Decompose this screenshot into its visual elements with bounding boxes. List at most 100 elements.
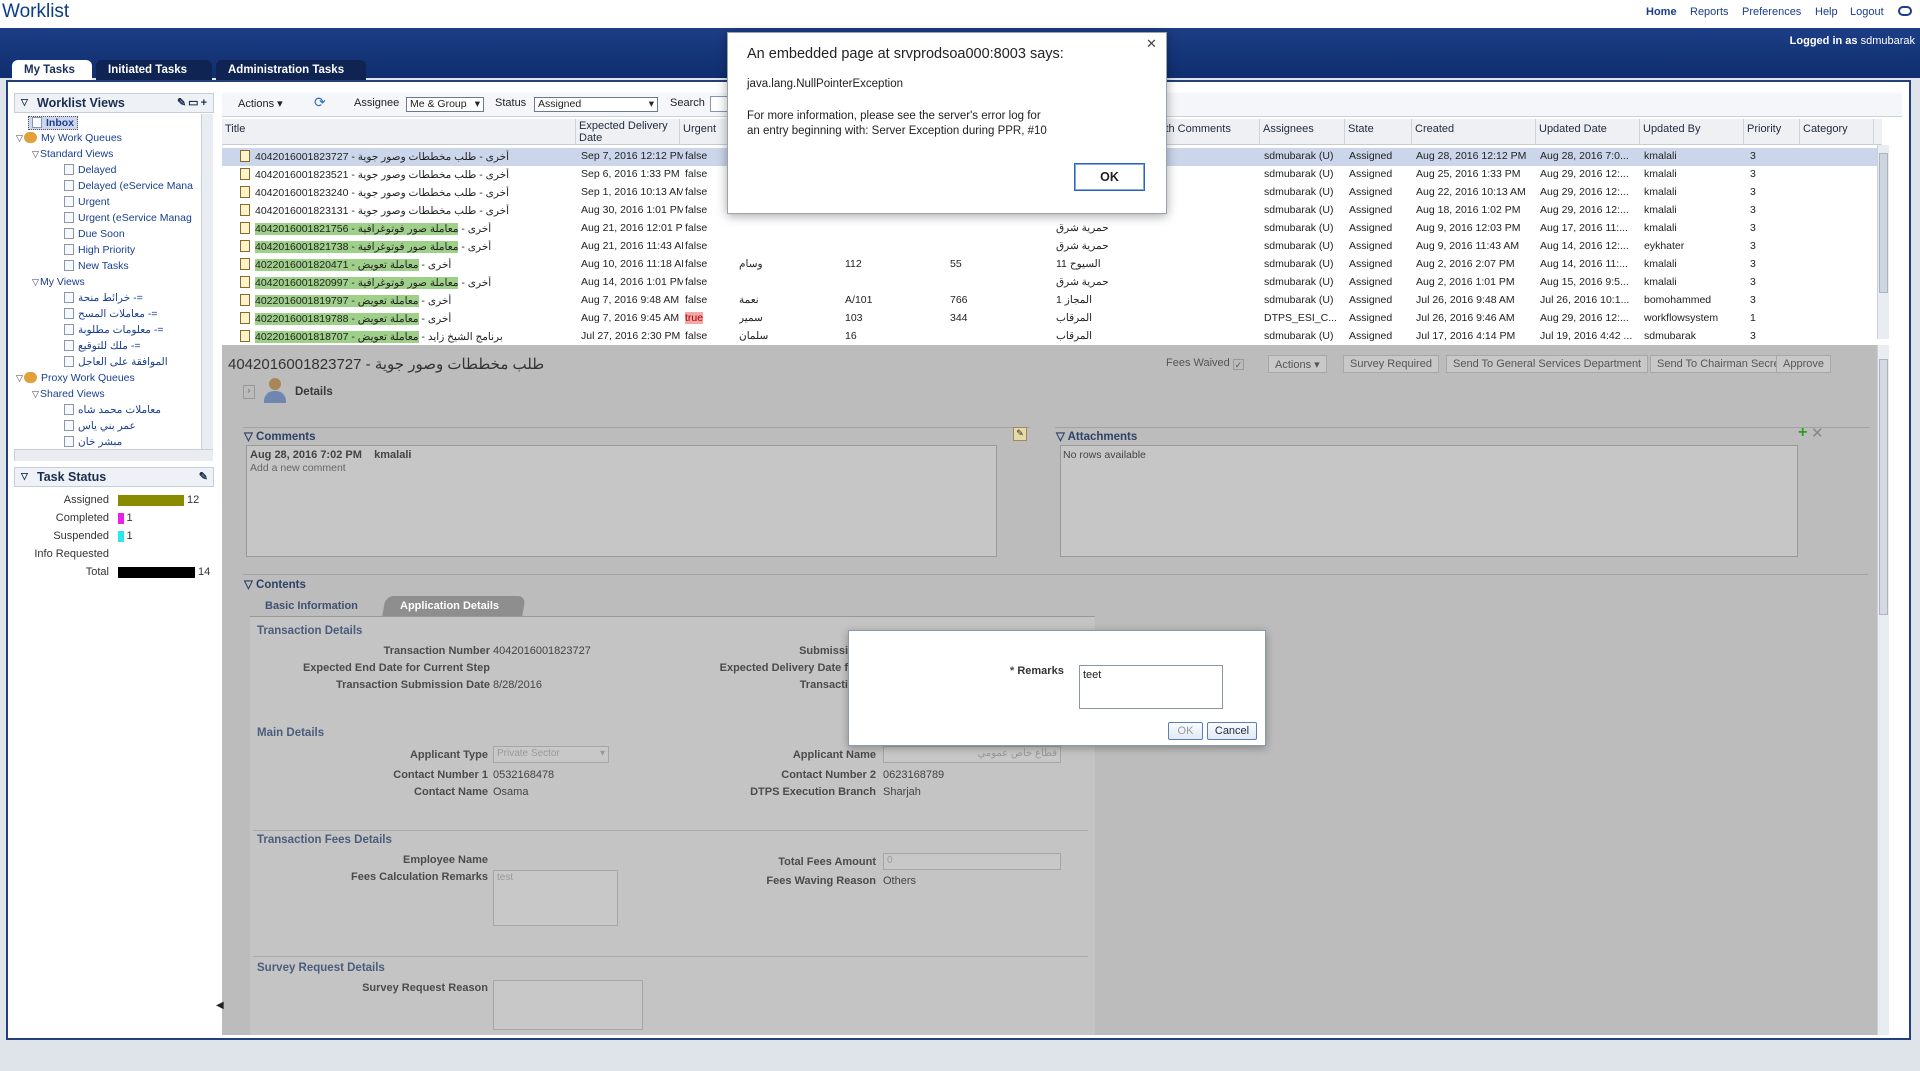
tab-basic-information[interactable]: Basic Information [250, 596, 380, 616]
col-assignees[interactable]: Assignees [1260, 119, 1345, 145]
applicant-type-select[interactable]: Private Sector ▾ [493, 746, 609, 763]
tree-my-view-3[interactable]: معلومات مطلوبة -= [64, 324, 163, 336]
tree-scrollbar[interactable] [201, 114, 213, 449]
title-text[interactable]: طلب مخططات وصور جوية - 4042016001823131 [255, 205, 476, 217]
table-scrollbar[interactable] [1877, 145, 1889, 339]
col-urgent[interactable]: Urgent [680, 119, 728, 145]
status-bar[interactable] [118, 531, 124, 542]
tree-my-view-1[interactable]: خرائط منحة -= [64, 292, 143, 304]
tree-item-urgent[interactable]: Urgent [64, 196, 110, 208]
tab-initiated-tasks[interactable]: Initiated Tasks [96, 60, 212, 80]
survey-reason-textarea[interactable] [493, 980, 643, 1030]
collapse-icon[interactable]: ▽ [21, 97, 28, 108]
table-row[interactable]: برنامج الشيخ زايد - معاملة تعويض - 40220… [222, 328, 1882, 346]
remarks-ok-button[interactable]: OK [1168, 722, 1203, 740]
applicant-name-field[interactable]: قطاع خاص عمومي [883, 746, 1061, 763]
col-state[interactable]: State [1345, 119, 1412, 145]
splitter-handle-icon[interactable]: ◀ [216, 1000, 224, 1011]
tree-my-view-4[interactable]: ملك للتوقيع -= [64, 340, 140, 352]
col-updated-date[interactable]: Updated Date [1536, 119, 1640, 145]
add-attachment-icon[interactable]: + [1798, 424, 1807, 442]
tree-inbox[interactable]: Inbox [28, 116, 78, 130]
comments-section-header[interactable]: ▽ Comments [244, 429, 315, 443]
table-row[interactable]: أخرى - معاملة تعويض - 4022016001820471 Au… [222, 256, 1882, 274]
tree-item-delayed[interactable]: Delayed [64, 164, 117, 176]
tree-item-new-tasks[interactable]: New Tasks [64, 260, 129, 272]
remove-attachment-icon[interactable]: ✕ [1811, 424, 1824, 442]
tree-my-views[interactable]: ▽My Views [32, 276, 85, 288]
title-text[interactable]: طلب مخططات وصور جوية - 4042016001823521 [255, 169, 476, 181]
tree-hscrollbar[interactable] [14, 449, 213, 461]
tree-standard-views[interactable]: ▽Standard Views [32, 148, 113, 160]
title-text[interactable]: طلب مخططات وصور جوية - 4042016001823240 [255, 187, 476, 199]
status-bar[interactable] [118, 513, 124, 524]
remarks-cancel-button[interactable]: Cancel [1207, 722, 1257, 740]
remarks-textarea[interactable]: teet [1079, 665, 1223, 709]
attachments-section-header[interactable]: ▽ Attachments [1056, 429, 1137, 443]
title-text[interactable]: معاملة صور فوتوغرافية - 4042016001821756 [255, 223, 459, 235]
title-text[interactable]: معاملة تعويض - 4022016001819797 [255, 295, 419, 307]
tab-application-details[interactable]: Application Details [382, 596, 526, 616]
tab-administration-tasks[interactable]: Administration Tasks [216, 60, 366, 80]
assignee-select[interactable]: Me & Group ▾ [406, 97, 484, 112]
add-comment-icon[interactable]: ✎ [1013, 427, 1027, 441]
col-expected-delivery[interactable]: Expected Delivery Date [576, 119, 680, 145]
edit-icon[interactable]: ✎ [199, 470, 208, 483]
title-text[interactable]: طلب مخططات وصور جوية - 4042016001823727 [255, 151, 476, 163]
col-created[interactable]: Created [1412, 119, 1536, 145]
tree-item-urgent-eservice[interactable]: Urgent (eService Manag [64, 212, 192, 224]
col-category[interactable]: Category [1800, 119, 1874, 145]
tree-my-view-2[interactable]: معاملات المسح -= [64, 308, 157, 320]
nav-help-link[interactable]: Help [1815, 6, 1838, 18]
collapse-icon[interactable]: ▽ [21, 471, 28, 482]
title-text[interactable]: معاملة صور فوتوغرافية - 4042016001821738 [255, 241, 459, 253]
fees-waived-checkbox[interactable]: ✓ [1232, 359, 1244, 370]
table-row[interactable]: أخرى - معاملة تعويض - 4022016001819797 Au… [222, 292, 1882, 310]
tree-shared-view-2[interactable]: عمر بني ياس [64, 420, 136, 432]
nav-preferences-link[interactable]: Preferences [1742, 6, 1801, 18]
send-general-services-button[interactable]: Send To General Services Department [1446, 355, 1649, 373]
title-text[interactable]: معاملة تعويض - 4022016001819788 [255, 313, 419, 325]
detail-scrollbar[interactable] [1877, 345, 1889, 1035]
tree-my-work-queues[interactable]: ▽ My Work Queues [16, 132, 122, 144]
title-text[interactable]: معاملة صور فوتوغرافية - 4042016001820997 [255, 277, 459, 289]
table-row[interactable]: أخرى - معاملة تعويض - 4022016001819788 Au… [222, 310, 1882, 328]
view-edit-add-icons[interactable]: ✎▭+ [177, 96, 209, 109]
tree-shared-view-3[interactable]: مبشر خان [64, 436, 122, 448]
contents-section-header[interactable]: ▽ Contents [244, 577, 306, 591]
detail-actions-menu[interactable]: Actions ▾ [1268, 355, 1327, 373]
tab-my-tasks[interactable]: My Tasks [12, 60, 92, 80]
title-text[interactable]: معاملة تعويض - 4022016001818707 [255, 331, 419, 343]
tree-item-due-soon[interactable]: Due Soon [64, 228, 125, 240]
col-with-comments[interactable]: ith Comments [1160, 119, 1260, 145]
col-priority[interactable]: Priority [1744, 119, 1800, 145]
tree-my-view-5[interactable]: الموافقة على العاجل [64, 356, 168, 368]
expand-details-icon[interactable]: › [243, 385, 255, 399]
fees-remarks-textarea[interactable]: test [493, 870, 618, 926]
refresh-icon[interactable]: ⟳ [314, 94, 326, 111]
table-row[interactable]: أخرى - معاملة صور فوتوغرافية - 404201600… [222, 238, 1882, 256]
details-label[interactable]: Details [295, 386, 333, 398]
alert-ok-button[interactable]: OK [1074, 163, 1145, 191]
approve-button[interactable]: Approve [1776, 355, 1831, 373]
nav-logout-link[interactable]: Logout [1850, 6, 1884, 18]
alert-close-icon[interactable]: ✕ [1146, 36, 1157, 52]
add-comment-link[interactable]: Add a new comment [250, 462, 346, 474]
status-bar[interactable] [118, 567, 195, 578]
status-bar[interactable] [118, 495, 184, 506]
tree-item-high-priority[interactable]: High Priority [64, 244, 135, 256]
survey-required-button[interactable]: Survey Required [1343, 355, 1439, 373]
status-select[interactable]: Assigned ▾ [534, 97, 658, 112]
tree-proxy-work-queues[interactable]: ▽ Proxy Work Queues [16, 372, 135, 384]
title-text[interactable]: معاملة تعويض - 4022016001820471 [255, 259, 419, 271]
nav-reports-link[interactable]: Reports [1690, 6, 1729, 18]
tree-item-delayed-eservice[interactable]: Delayed (eService Mana [64, 180, 193, 192]
tree-shared-views[interactable]: ▽Shared Views [32, 388, 105, 400]
total-fees-field[interactable]: 0 [883, 853, 1061, 870]
table-row[interactable]: أخرى - معاملة صور فوتوغرافية - 404201600… [222, 220, 1882, 238]
col-title[interactable]: Title [222, 119, 576, 145]
nav-home-link[interactable]: Home [1646, 6, 1677, 18]
table-row[interactable]: أخرى - معاملة صور فوتوغرافية - 404201600… [222, 274, 1882, 292]
col-updated-by[interactable]: Updated By [1640, 119, 1744, 145]
actions-menu[interactable]: Actions ▾ [238, 97, 283, 110]
